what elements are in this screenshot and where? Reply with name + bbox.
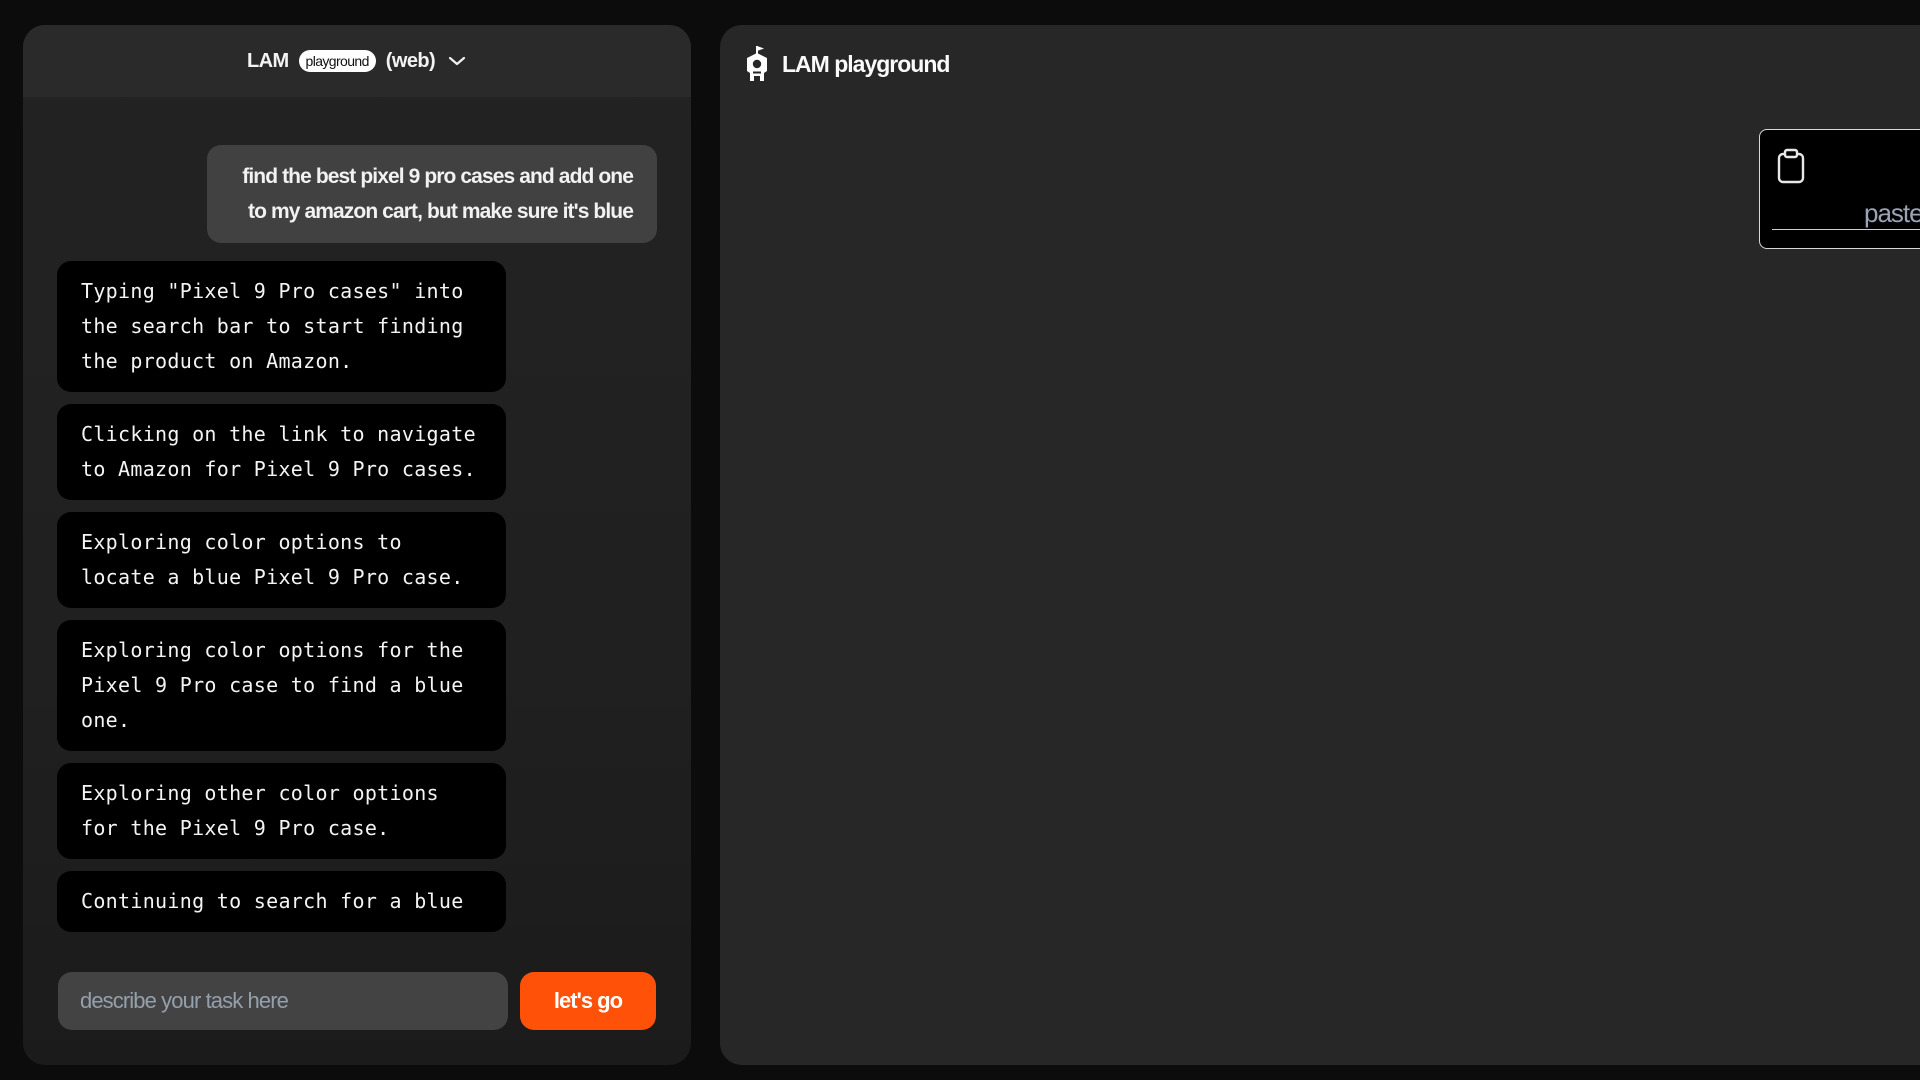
chat-header[interactable]: LAM playground (web) xyxy=(23,25,691,97)
agent-step: Exploring color options for the Pixel 9 … xyxy=(57,620,506,751)
user-message: find the best pixel 9 pro cases and add … xyxy=(207,145,657,243)
agent-step: Exploring color options to locate a blue… xyxy=(57,512,506,608)
agent-step: Clicking on the link to navigate to Amaz… xyxy=(57,404,506,500)
chevron-down-icon[interactable] xyxy=(447,51,467,71)
agent-step: Continuing to search for a blue xyxy=(57,871,506,932)
castle-flag-icon xyxy=(742,45,772,83)
view-title: LAM playground xyxy=(782,50,950,77)
paste-card[interactable]: paste xyxy=(1759,129,1920,249)
composer: let's go xyxy=(58,972,656,1030)
agent-step: Typing "Pixel 9 Pro cases" into the sear… xyxy=(57,261,506,392)
agent-step: Exploring other color options for the Pi… xyxy=(57,763,506,859)
lets-go-button[interactable]: let's go xyxy=(520,972,656,1030)
playground-badge: playground xyxy=(298,50,376,72)
mode-label: (web) xyxy=(385,49,436,72)
message-list[interactable]: find the best pixel 9 pro cases and add … xyxy=(23,97,691,961)
paste-field[interactable]: paste xyxy=(1772,196,1920,230)
brand-name: LAM xyxy=(246,49,289,72)
task-input[interactable] xyxy=(58,972,508,1030)
paste-label: paste xyxy=(1864,198,1920,228)
clipboard-icon[interactable] xyxy=(1776,148,1806,184)
view-header: LAM playground xyxy=(742,45,950,83)
view-panel: LAM playground paste xyxy=(720,25,1920,1065)
screen: LAM playground (web) find the best pixel… xyxy=(0,0,1920,1080)
chat-panel: LAM playground (web) find the best pixel… xyxy=(23,25,691,1065)
